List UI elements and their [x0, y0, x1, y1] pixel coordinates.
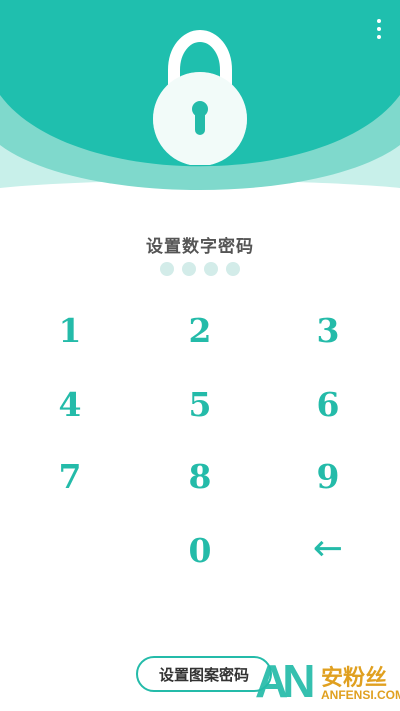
pin-dot	[226, 262, 240, 276]
more-vertical-icon	[377, 19, 381, 23]
key-9[interactable]: 9	[283, 443, 373, 509]
key-8[interactable]: 8	[155, 443, 245, 509]
key-2[interactable]: 2	[155, 297, 245, 363]
key-0[interactable]: 0	[155, 517, 245, 583]
key-4[interactable]: 4	[25, 371, 115, 437]
watermark: AN 安粉丝 ANFENSI.COM	[255, 652, 400, 710]
pin-dot	[204, 262, 218, 276]
backspace-button[interactable]: ←	[283, 515, 373, 581]
page-title: 设置数字密码	[146, 237, 254, 257]
set-pattern-password-button[interactable]: 设置图案密码	[136, 656, 272, 692]
key-6[interactable]: 6	[283, 371, 373, 437]
pin-dot	[160, 262, 174, 276]
watermark-logo: AN	[255, 655, 316, 707]
padlock-icon	[140, 29, 260, 166]
key-3[interactable]: 3	[283, 297, 373, 363]
watermark-domain: ANFENSI.COM	[321, 688, 400, 702]
pin-dot	[182, 262, 196, 276]
more-menu-button[interactable]	[368, 14, 390, 44]
key-7[interactable]: 7	[25, 443, 115, 509]
key-5[interactable]: 5	[155, 371, 245, 437]
key-1[interactable]: 1	[25, 297, 115, 363]
pin-indicator	[160, 262, 240, 278]
